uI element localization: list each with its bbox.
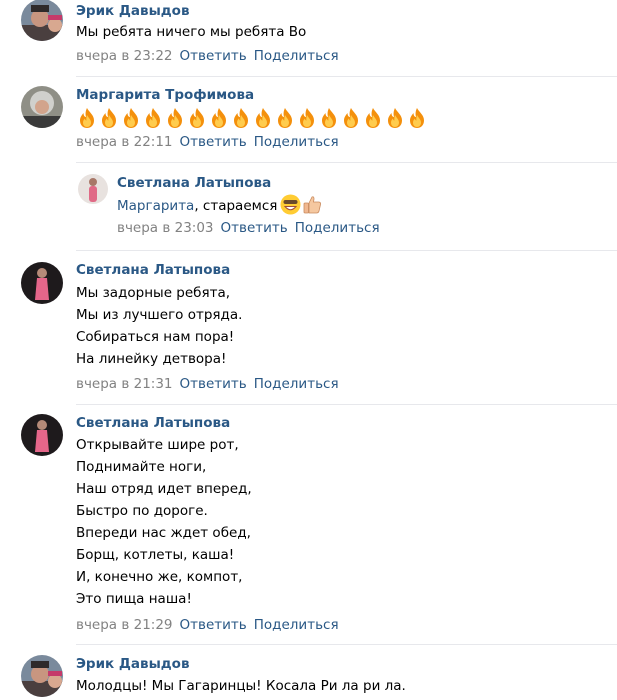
comment-line: Поднимайте ноги, (76, 459, 207, 475)
comment-line: Открывайте шире рот, (76, 437, 239, 453)
divider (76, 644, 617, 645)
comment-line: Мы задорные ребята, (76, 285, 231, 301)
comment-line: Борщ, котлеты, каша! (76, 547, 235, 563)
avatar[interactable] (21, 414, 63, 456)
share-link[interactable]: Поделиться (254, 617, 339, 633)
comment-meta: вчера в 23:03 Ответить Поделиться (117, 220, 380, 236)
avatar[interactable] (21, 262, 63, 304)
avatar[interactable] (21, 86, 63, 128)
comment-line: Собираться нам пора! (76, 329, 235, 345)
grinning-face-emoji (280, 194, 301, 215)
fire-emoji (296, 107, 318, 129)
comment-line: Впереди нас ждет обед, (76, 525, 251, 541)
fire-emoji (274, 107, 296, 129)
comment-time[interactable]: вчера в 22:11 (76, 134, 173, 150)
comment-line: Наш отряд идет вперед, (76, 481, 252, 497)
comment-author[interactable]: Эрик Давыдов (76, 3, 190, 19)
divider (76, 76, 617, 77)
fire-emoji (362, 107, 384, 129)
comment-meta: вчера в 21:31 Ответить Поделиться (76, 376, 339, 392)
comment-author[interactable]: Светлана Латыпова (76, 262, 230, 278)
comment-line: Быстро по дороге. (76, 503, 208, 519)
comment-time[interactable]: вчера в 23:03 (117, 220, 214, 236)
fire-emoji (252, 107, 274, 129)
comment-time[interactable]: вчера в 21:29 (76, 617, 173, 633)
avatar[interactable] (78, 174, 108, 204)
comment-line: Мы из лучшего отряда. (76, 307, 243, 323)
comment-line: На линейку детвора! (76, 351, 227, 367)
share-link[interactable]: Поделиться (295, 220, 380, 236)
reply-link[interactable]: Ответить (180, 617, 247, 633)
fire-emoji (230, 107, 252, 129)
reply-link[interactable]: Ответить (180, 376, 247, 392)
fire-emoji (318, 107, 340, 129)
comment-line: Это пища наша! (76, 591, 192, 607)
fire-emoji (208, 107, 230, 129)
comment-text: Маргарита, стараемся (117, 194, 323, 216)
comment-text: Мы ребята ничего мы ребята Во (76, 21, 306, 43)
divider (76, 250, 617, 251)
divider (76, 162, 617, 163)
comment-meta: вчера в 21:29 Ответить Поделиться (76, 617, 339, 633)
fire-emoji (340, 107, 362, 129)
fire-emoji (76, 107, 98, 129)
comment-author[interactable]: Маргарита Трофимова (76, 87, 254, 103)
comment-author[interactable]: Светлана Латыпова (117, 175, 271, 191)
fire-emoji (142, 107, 164, 129)
reply-link[interactable]: Ответить (221, 220, 288, 236)
fire-emoji (384, 107, 406, 129)
reply-link[interactable]: Ответить (180, 134, 247, 150)
reply-link[interactable]: Ответить (180, 48, 247, 64)
comment-emoji-line (76, 107, 428, 131)
fire-emoji (120, 107, 142, 129)
comment-author[interactable]: Эрик Давыдов (76, 656, 190, 672)
divider (76, 404, 617, 405)
comment-text-part: , стараемся (194, 198, 278, 214)
comment-author[interactable]: Светлана Латыпова (76, 415, 230, 431)
comment-line: Мы ребята ничего мы ребята Во (76, 24, 307, 40)
fire-emoji (164, 107, 186, 129)
comment-text: Молодцы! Мы Гагаринцы! Косала Ри ла ри л… (76, 675, 406, 697)
comment-meta: вчера в 23:22 Ответить Поделиться (76, 48, 339, 64)
comment-text: Мы задорные ребята, Мы из лучшего отряда… (76, 282, 242, 370)
mention-link[interactable]: Маргарита (117, 198, 194, 214)
comment-line: И, конечно же, компот, (76, 569, 243, 585)
comment-time[interactable]: вчера в 21:31 (76, 376, 173, 392)
comment-line: Молодцы! Мы Гагаринцы! Косала Ри ла ри л… (76, 678, 406, 694)
fire-emoji (186, 107, 208, 129)
comment-time[interactable]: вчера в 23:22 (76, 48, 173, 64)
share-link[interactable]: Поделиться (254, 376, 339, 392)
thumbs-up-emoji (303, 196, 322, 214)
share-link[interactable]: Поделиться (254, 134, 339, 150)
fire-emoji (406, 107, 428, 129)
avatar[interactable] (21, 0, 63, 41)
avatar[interactable] (21, 655, 63, 697)
comment-meta: вчера в 22:11 Ответить Поделиться (76, 134, 339, 150)
comment-text: Открывайте шире рот, Поднимайте ноги, На… (76, 434, 252, 610)
fire-emoji (98, 107, 120, 129)
share-link[interactable]: Поделиться (254, 48, 339, 64)
